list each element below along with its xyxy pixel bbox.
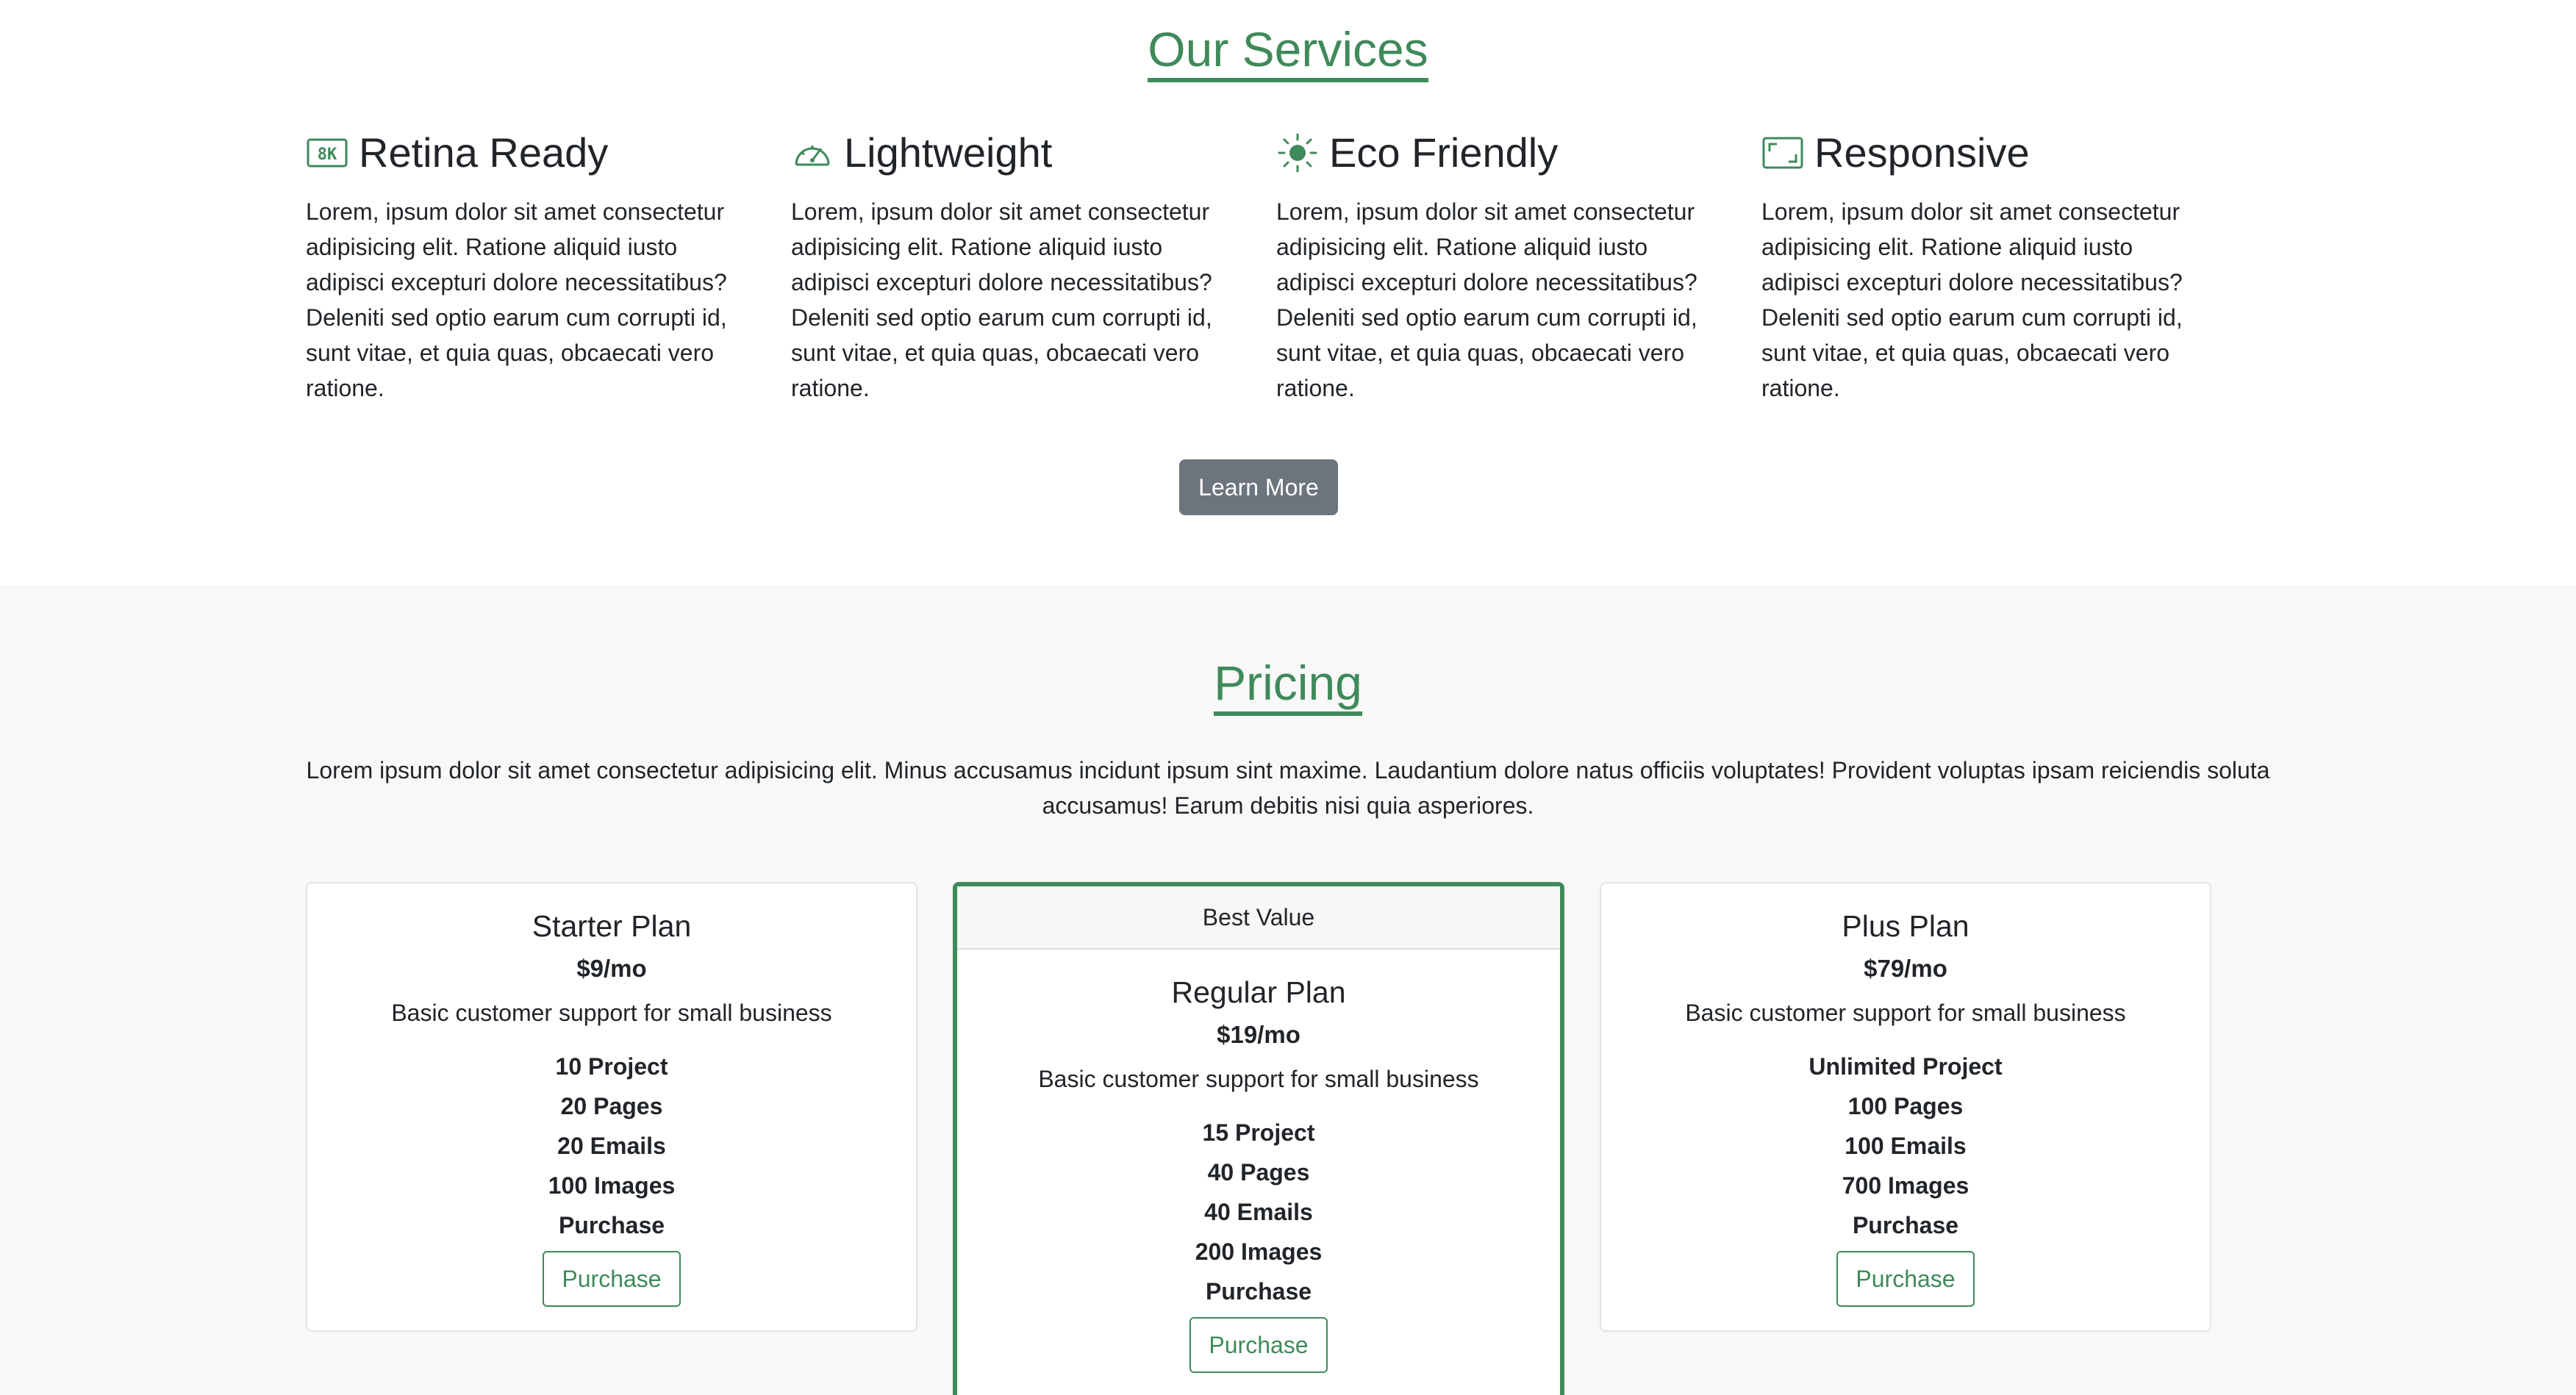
sun-icon	[1276, 132, 1319, 174]
speedometer-icon	[791, 132, 834, 174]
plan-feature: Purchase	[1205, 1278, 1312, 1305]
plan-feature: 40 Emails	[1204, 1199, 1313, 1225]
feature-text: Lorem, ipsum dolor sit amet consectetur …	[791, 198, 1212, 401]
plan-features: 10 Project 20 Pages 20 Emails 100 Images…	[307, 1047, 916, 1245]
pricing-title: Pricing	[0, 659, 2576, 716]
feature-title: Retina Ready	[359, 129, 609, 176]
plan-feature: 100 Images	[548, 1172, 676, 1199]
plan-feature: 100 Emails	[1845, 1133, 1967, 1159]
plan-feature: 200 Images	[1195, 1238, 1323, 1265]
plan-card-starter: Starter Plan $9/mo Basic customer suppor…	[306, 882, 917, 1332]
pricing-lead: Lorem ipsum dolor sit amet consectetur a…	[306, 757, 2270, 819]
plan-feature: 10 Project	[555, 1053, 668, 1080]
plan-price: $9/mo	[576, 955, 647, 982]
plan-card-plus: Plus Plan $79/mo Basic customer support …	[1600, 882, 2211, 1332]
plan-feature: 700 Images	[1842, 1172, 1969, 1199]
plan-feature: 20 Pages	[560, 1093, 663, 1119]
aspect-ratio-icon	[1761, 132, 1804, 174]
learn-more-button[interactable]: Learn More	[1179, 459, 1338, 515]
feature-title: Responsive	[1814, 129, 2030, 176]
services-section: Our Services 8K Retina Ready Lorem, ipsu…	[0, 0, 2576, 585]
plan-description: Basic customer support for small busines…	[1685, 1000, 2126, 1026]
plan-feature: 15 Project	[1202, 1119, 1315, 1146]
feature-retina-ready: 8K Retina Ready Lorem, ipsum dolor sit a…	[306, 125, 747, 406]
feature-responsive: Responsive Lorem, ipsum dolor sit amet c…	[1761, 125, 2203, 406]
feature-eco-friendly: Eco Friendly Lorem, ipsum dolor sit amet…	[1276, 125, 1717, 406]
plan-feature: Unlimited Project	[1808, 1053, 2003, 1080]
plan-feature: Purchase	[1852, 1212, 1959, 1238]
plan-description: Basic customer support for small busines…	[1038, 1066, 1479, 1092]
feature-lightweight: Lightweight Lorem, ipsum dolor sit amet …	[791, 125, 1232, 406]
feature-title: Eco Friendly	[1329, 129, 1559, 176]
feature-text: Lorem, ipsum dolor sit amet consectetur …	[306, 198, 727, 401]
plan-name: Regular Plan	[1171, 975, 1346, 1009]
plan-description: Basic customer support for small busines…	[391, 1000, 832, 1026]
plan-feature: Purchase	[558, 1212, 665, 1238]
purchase-button[interactable]: Purchase	[1189, 1317, 1328, 1373]
purchase-button[interactable]: Purchase	[1836, 1251, 1975, 1307]
services-title: Our Services	[0, 25, 2576, 82]
svg-text:8K: 8K	[318, 146, 337, 164]
feature-title: Lightweight	[844, 129, 1053, 176]
feature-text: Lorem, ipsum dolor sit amet consectetur …	[1761, 198, 2183, 401]
plan-card-regular: Best Value Regular Plan $19/mo Basic cus…	[953, 882, 1564, 1395]
plan-features: 15 Project 40 Pages 40 Emails 200 Images…	[957, 1113, 1560, 1311]
plan-feature: 40 Pages	[1207, 1159, 1310, 1186]
feature-text: Lorem, ipsum dolor sit amet consectetur …	[1276, 198, 1697, 401]
plan-feature: 100 Pages	[1847, 1093, 1964, 1119]
plan-price: $19/mo	[1217, 1021, 1300, 1048]
plan-name: Plus Plan	[1842, 909, 1969, 943]
plan-price: $79/mo	[1864, 955, 1947, 982]
plan-features: Unlimited Project 100 Pages 100 Emails 7…	[1601, 1047, 2210, 1245]
best-value-badge: Best Value	[957, 886, 1560, 950]
purchase-button[interactable]: Purchase	[543, 1251, 681, 1307]
plan-name: Starter Plan	[532, 909, 692, 943]
pricing-section: Pricing Lorem ipsum dolor sit amet conse…	[0, 585, 2576, 1395]
8k-icon: 8K	[306, 132, 348, 174]
plan-feature: 20 Emails	[557, 1133, 666, 1159]
